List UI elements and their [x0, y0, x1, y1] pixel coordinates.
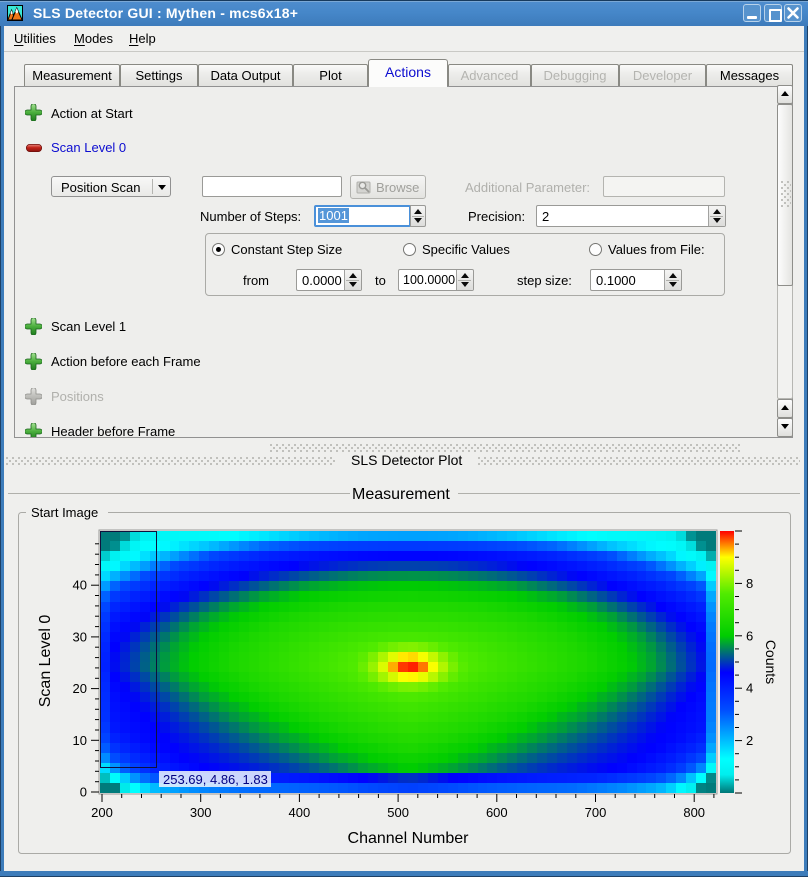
svg-text:10: 10	[73, 733, 87, 748]
svg-text:2: 2	[746, 733, 753, 748]
svg-text:0: 0	[80, 785, 87, 800]
svg-text:6: 6	[746, 628, 753, 643]
svg-text:800: 800	[683, 805, 705, 820]
svg-text:200: 200	[91, 805, 113, 820]
svg-text:Scan Level 0: Scan Level 0	[37, 615, 54, 708]
svg-text:400: 400	[289, 805, 311, 820]
svg-text:Counts: Counts	[763, 640, 779, 684]
svg-text:8: 8	[746, 576, 753, 591]
svg-text:40: 40	[73, 578, 87, 593]
svg-text:20: 20	[73, 681, 87, 696]
svg-text:Channel Number: Channel Number	[348, 830, 470, 847]
svg-text:253.69, 4.86, 1.83: 253.69, 4.86, 1.83	[163, 772, 268, 787]
svg-text:30: 30	[73, 629, 87, 644]
svg-text:600: 600	[486, 805, 508, 820]
svg-text:Start Image: Start Image	[31, 505, 98, 520]
svg-text:700: 700	[585, 805, 607, 820]
svg-text:500: 500	[387, 805, 409, 820]
svg-text:300: 300	[190, 805, 212, 820]
svg-text:4: 4	[746, 681, 753, 696]
